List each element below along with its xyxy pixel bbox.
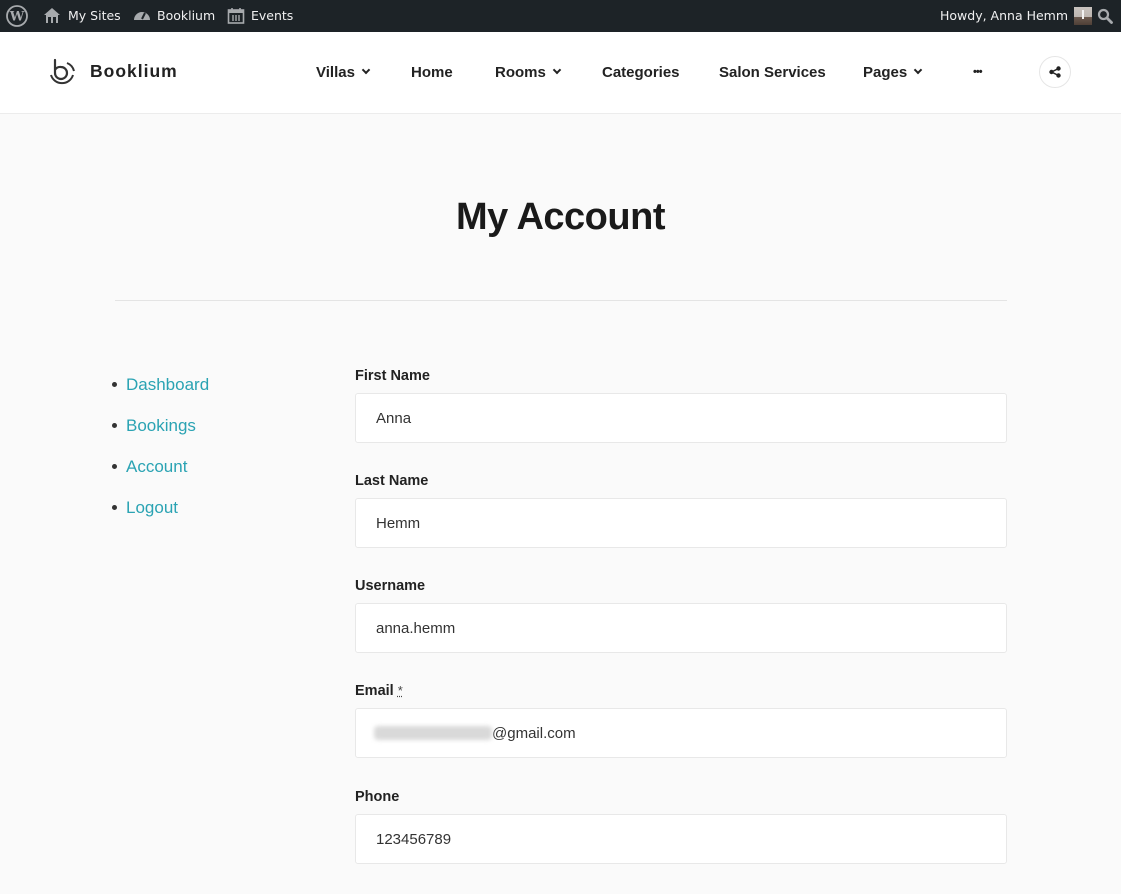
- phone-label: Phone: [355, 789, 400, 805]
- email-label: Email: [355, 683, 394, 699]
- email-field: Email * @gmail.com: [355, 683, 1007, 789]
- last-name-label: Last Name: [355, 473, 429, 489]
- site-logo-link[interactable]: Booklium: [49, 58, 178, 85]
- site-header: Booklium Villas Home Rooms Categories Sa…: [0, 32, 1121, 114]
- bullet-icon: [112, 382, 117, 387]
- user-account-menu[interactable]: Howdy, Anna Hemm: [940, 0, 1093, 32]
- nav-label: Home: [411, 63, 453, 81]
- site-name-label: Booklium: [157, 8, 216, 23]
- calendar-icon: [227, 8, 245, 24]
- nav-item-rooms[interactable]: Rooms: [495, 32, 562, 112]
- howdy-label: Howdy, Anna Hemm: [940, 8, 1069, 23]
- nav-label: Villas: [316, 63, 355, 81]
- nav-item-salon-services[interactable]: Salon Services: [719, 32, 826, 112]
- account-nav-item-bookings: Bookings: [112, 405, 209, 446]
- bullet-icon: [112, 505, 117, 510]
- wordpress-logo-button[interactable]: W: [6, 0, 28, 32]
- admin-bar: W My Sites Booklium Events Howdy, Anna H…: [0, 0, 1121, 32]
- account-nav-item-dashboard: Dashboard: [112, 364, 209, 405]
- nav-label: Categories: [602, 63, 680, 81]
- events-label: Events: [251, 8, 294, 23]
- share-icon: [1049, 66, 1061, 78]
- account-details-form: First Name Last Name Username Email * @g…: [355, 368, 1007, 894]
- email-input[interactable]: @gmail.com: [355, 708, 1007, 758]
- first-name-field: First Name: [355, 368, 1007, 473]
- nav-item-pages[interactable]: Pages: [863, 32, 923, 112]
- search-icon: [1097, 8, 1113, 24]
- email-domain: @gmail.com: [492, 724, 576, 742]
- phone-input[interactable]: [355, 814, 1007, 864]
- bullet-icon: [112, 423, 117, 428]
- nav-label: Pages: [863, 63, 908, 81]
- my-sites-menu[interactable]: My Sites: [42, 0, 121, 32]
- chevron-down-icon: [552, 65, 562, 75]
- svg-text:W: W: [9, 10, 25, 25]
- username-label: Username: [355, 578, 426, 594]
- account-nav-item-account: Account: [112, 446, 209, 487]
- account-link[interactable]: Account: [126, 457, 187, 477]
- first-name-label: First Name: [355, 368, 430, 384]
- email-label-row: Email *: [355, 683, 1007, 708]
- last-name-field: Last Name: [355, 473, 1007, 578]
- wordpress-icon: W: [6, 5, 28, 27]
- first-name-input[interactable]: [355, 393, 1007, 443]
- bookings-link[interactable]: Bookings: [126, 416, 196, 436]
- admin-search-button[interactable]: [1097, 0, 1113, 32]
- account-nav-item-logout: Logout: [112, 487, 209, 528]
- events-menu[interactable]: Events: [227, 0, 293, 32]
- booklium-logo-icon: [50, 58, 75, 85]
- nav-item-home[interactable]: Home: [411, 32, 453, 112]
- more-icon: •••: [973, 66, 983, 78]
- account-navigation: Dashboard Bookings Account Logout: [112, 364, 209, 528]
- phone-field: Phone: [355, 789, 1007, 894]
- dashboard-link[interactable]: Dashboard: [126, 375, 209, 395]
- dashboard-icon: [134, 12, 150, 20]
- chevron-down-icon: [361, 65, 371, 75]
- site-title: Booklium: [90, 61, 178, 81]
- page-title: My Account: [456, 196, 665, 238]
- my-sites-label: My Sites: [68, 8, 121, 23]
- share-button[interactable]: [1039, 56, 1071, 88]
- site-name-menu[interactable]: Booklium: [133, 0, 215, 32]
- required-mark: *: [397, 683, 403, 698]
- logout-link[interactable]: Logout: [126, 498, 178, 518]
- username-input[interactable]: [355, 603, 1007, 653]
- nav-label: Salon Services: [719, 63, 826, 81]
- my-sites-icon: [44, 8, 60, 23]
- last-name-input[interactable]: [355, 498, 1007, 548]
- nav-label: Rooms: [495, 63, 546, 81]
- redacted-email-local-part: [374, 726, 492, 740]
- nav-item-villas[interactable]: Villas: [316, 32, 371, 112]
- user-avatar: [1074, 7, 1093, 25]
- title-divider: [115, 300, 1007, 301]
- nav-item-categories[interactable]: Categories: [602, 32, 680, 112]
- username-field: Username: [355, 578, 1007, 683]
- nav-more-button[interactable]: •••: [973, 32, 983, 112]
- bullet-icon: [112, 464, 117, 469]
- chevron-down-icon: [913, 65, 923, 75]
